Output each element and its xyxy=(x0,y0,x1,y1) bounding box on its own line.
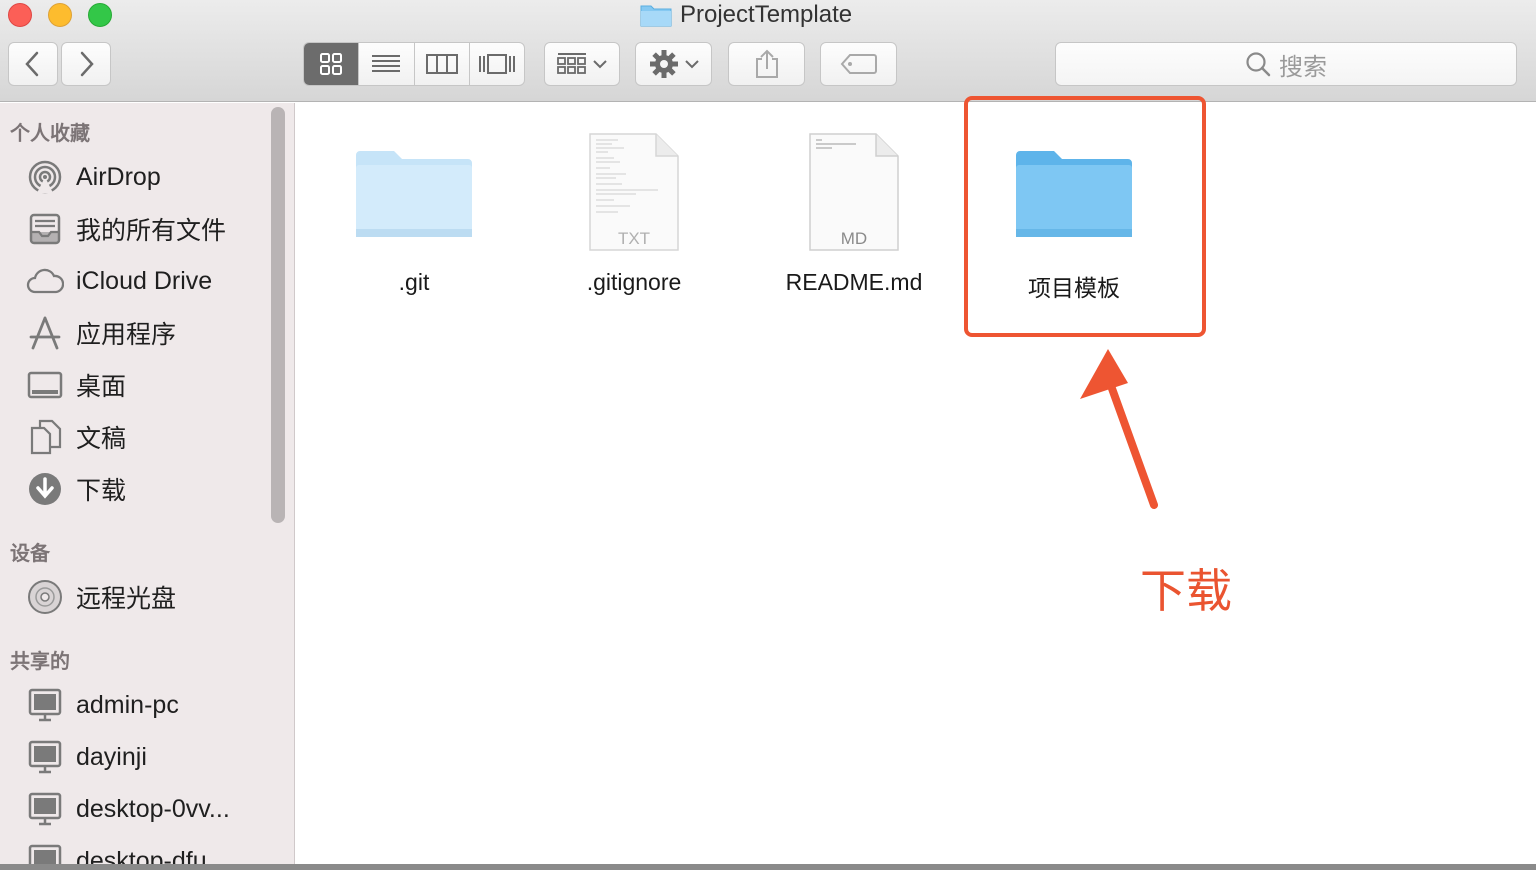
sidebar-item-label: 文稿 xyxy=(76,425,127,453)
list-view-button[interactable] xyxy=(359,43,415,85)
sidebar-item-label: AirDrop xyxy=(76,162,161,191)
computer-icon xyxy=(26,686,64,724)
chevron-left-icon xyxy=(25,51,39,77)
column-view-button[interactable] xyxy=(415,43,470,85)
text-document-icon: TXT xyxy=(564,123,704,263)
share-button[interactable] xyxy=(728,42,805,86)
sidebar-header-shared: 共享的 xyxy=(10,651,70,673)
sidebar-item-label: desktop-0vv... xyxy=(76,794,230,823)
file-item-readme[interactable]: MD README.md xyxy=(754,123,954,296)
toolbar: ProjectTemplate 搜索 xyxy=(0,0,1536,102)
sidebar-item-airdrop[interactable]: AirDrop xyxy=(26,157,161,197)
chevron-right-icon xyxy=(80,51,94,77)
disc-icon xyxy=(26,578,64,616)
icon-view-icon xyxy=(320,53,343,75)
back-button[interactable] xyxy=(8,42,58,86)
search-icon xyxy=(1246,52,1271,77)
folder-icon xyxy=(640,3,672,27)
forward-button[interactable] xyxy=(61,42,111,86)
sidebar-item-label: admin-pc xyxy=(76,690,179,719)
window-title: ProjectTemplate xyxy=(640,0,852,30)
cover-flow-icon xyxy=(478,54,515,74)
tag-button[interactable] xyxy=(820,42,897,86)
sidebar-header-favorites: 个人收藏 xyxy=(10,123,90,145)
sidebar: 个人收藏 AirDrop 我的所有文件 iCloud Drive 应用程序 桌面… xyxy=(0,103,295,870)
window-bottom-edge xyxy=(0,864,1536,870)
highlight-box xyxy=(964,96,1206,337)
close-button[interactable] xyxy=(8,3,32,27)
svg-text:MD: MD xyxy=(841,229,867,248)
file-item-git[interactable]: .git xyxy=(314,123,514,296)
column-view-icon xyxy=(425,54,458,74)
action-button[interactable] xyxy=(635,42,712,86)
search-field[interactable]: 搜索 xyxy=(1055,42,1517,86)
sidebar-item-label: dayinji xyxy=(76,742,147,771)
file-browser: .git TXT .gitignore MD README.md 项目模板 xyxy=(296,103,1536,870)
documents-icon xyxy=(26,418,64,456)
file-item-gitignore[interactable]: TXT .gitignore xyxy=(534,123,734,296)
finder-window: ProjectTemplate 搜索 个人收藏 AirDrop 我的所有文件 i… xyxy=(0,0,1536,870)
computer-icon xyxy=(26,790,64,828)
airdrop-icon xyxy=(26,158,64,196)
search-placeholder: 搜索 xyxy=(1279,53,1327,81)
download-icon xyxy=(26,470,64,508)
zoom-button[interactable] xyxy=(88,3,112,27)
computer-icon xyxy=(26,738,64,776)
chevron-down-icon xyxy=(593,60,607,69)
sidebar-item-downloads[interactable]: 下载 xyxy=(26,469,126,509)
sidebar-item-label: 我的所有文件 xyxy=(76,217,227,245)
applications-icon xyxy=(26,314,64,352)
desktop-icon xyxy=(26,366,64,404)
folder-icon xyxy=(344,123,484,263)
minimize-button[interactable] xyxy=(48,3,72,27)
tag-icon xyxy=(840,54,877,74)
sidebar-item-label: iCloud Drive xyxy=(76,266,213,295)
group-icon xyxy=(557,53,586,74)
file-name: README.md xyxy=(785,269,923,295)
icon-view-button[interactable] xyxy=(304,43,360,85)
gear-icon xyxy=(649,50,678,78)
sidebar-item-icloud-drive[interactable]: iCloud Drive xyxy=(26,261,212,301)
sidebar-item-label: 远程光盘 xyxy=(76,585,177,613)
cover-flow-button[interactable] xyxy=(470,43,524,85)
sidebar-item-label: 下载 xyxy=(76,477,127,505)
annotation-arrow-icon xyxy=(1080,349,1158,509)
sidebar-item-desktop[interactable]: 桌面 xyxy=(26,365,126,405)
sidebar-scrollbar[interactable] xyxy=(271,107,285,523)
window-title-text: ProjectTemplate xyxy=(680,1,853,28)
arrange-button[interactable] xyxy=(544,42,620,86)
chevron-down-icon xyxy=(684,60,699,69)
sidebar-item-desktop-0vv[interactable]: desktop-0vv... xyxy=(26,789,230,829)
sidebar-item-documents[interactable]: 文稿 xyxy=(26,417,126,457)
markdown-document-icon: MD xyxy=(784,123,924,263)
list-view-icon xyxy=(372,55,401,72)
sidebar-item-applications[interactable]: 应用程序 xyxy=(26,313,176,353)
sidebar-item-admin-pc[interactable]: admin-pc xyxy=(26,685,179,725)
sidebar-item-all-files[interactable]: 我的所有文件 xyxy=(26,209,226,249)
svg-text:TXT: TXT xyxy=(618,229,650,248)
annotation-text: 下载 xyxy=(1140,565,1232,617)
view-mode-segmented xyxy=(303,42,525,86)
sidebar-item-dayinji[interactable]: dayinji xyxy=(26,737,147,777)
cloud-icon xyxy=(26,262,64,300)
file-name: .git xyxy=(398,269,430,295)
all-files-icon xyxy=(26,210,64,248)
sidebar-item-label: 桌面 xyxy=(76,373,127,401)
file-name: .gitignore xyxy=(586,269,682,295)
sidebar-item-remote-disc[interactable]: 远程光盘 xyxy=(26,577,176,617)
share-icon xyxy=(755,49,778,78)
sidebar-item-label: 应用程序 xyxy=(76,321,177,349)
sidebar-header-devices: 设备 xyxy=(10,543,50,565)
